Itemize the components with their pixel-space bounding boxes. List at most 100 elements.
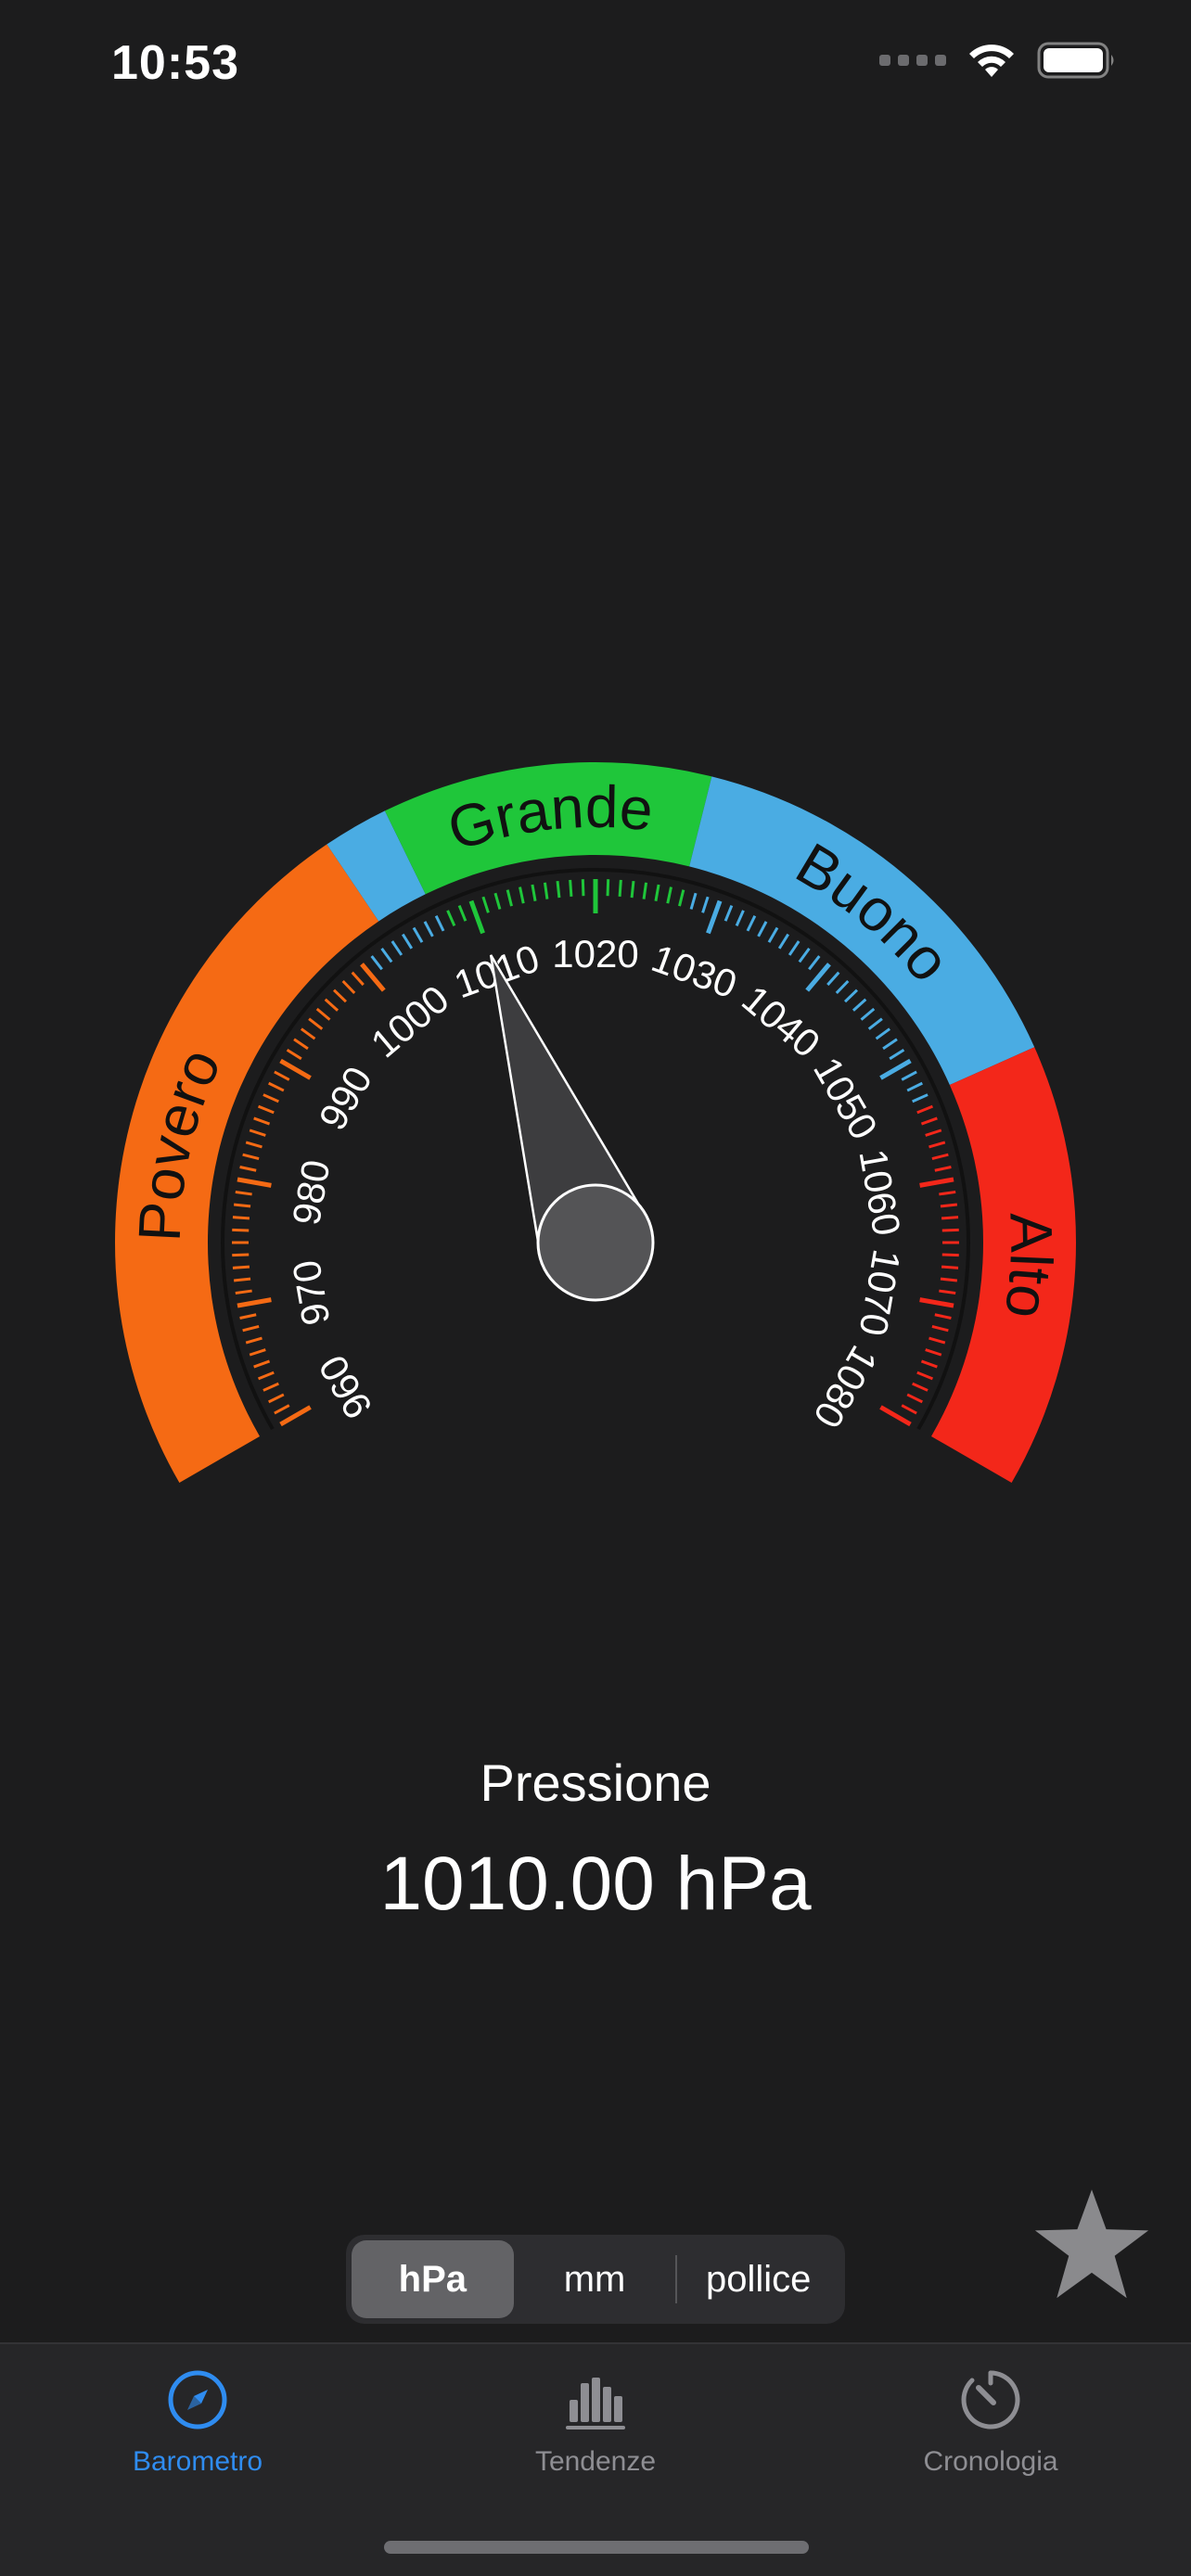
gauge-minor-tick <box>724 904 734 922</box>
gauge-minor-tick <box>332 988 348 1003</box>
gauge-minor-tick <box>735 910 745 926</box>
gauge-needle-hub <box>536 1183 655 1302</box>
gauge-minor-tick <box>875 1027 891 1040</box>
gauge-tick-label: 980 <box>284 1156 338 1228</box>
gauge-minor-tick <box>239 1313 257 1320</box>
gauge-minor-tick <box>826 971 840 987</box>
unit-option-mm[interactable]: mm <box>514 2240 676 2318</box>
gauge-minor-tick <box>934 1313 952 1320</box>
gauge-minor-tick <box>920 1359 938 1369</box>
gauge-minor-tick <box>925 1129 942 1137</box>
gauge-minor-tick <box>689 892 698 910</box>
gauge-minor-tick <box>798 947 811 963</box>
bar-chart-icon <box>566 2378 625 2429</box>
gauge-minor-tick <box>939 1289 956 1295</box>
gauge-minor-tick <box>777 933 790 950</box>
gauge-minor-tick <box>423 921 434 937</box>
unit-option-hpa[interactable]: hPa <box>352 2240 514 2318</box>
gauge-minor-tick <box>380 947 393 963</box>
gauge-minor-tick <box>931 1325 949 1333</box>
gauge-minor-tick <box>940 1277 958 1282</box>
gauge-minor-tick <box>906 1393 923 1404</box>
gauge-minor-tick <box>642 882 648 899</box>
gauge-dial: PoveroGrandeBuonoAlto 960970980990100010… <box>114 762 1076 1483</box>
gauge-minor-tick <box>274 1404 290 1415</box>
status-bar: 10:53 <box>0 0 1191 130</box>
gauge-major-tick <box>879 1405 912 1427</box>
gauge-minor-tick <box>767 926 779 943</box>
gauge-minor-tick <box>434 915 445 932</box>
gauge-minor-tick <box>630 880 635 899</box>
tab-tendenze[interactable]: Tendenze <box>456 2363 735 2502</box>
gauge-minor-tick <box>293 1038 309 1051</box>
gauge-needle <box>489 954 655 1302</box>
tab-barometro[interactable]: Barometro <box>58 2363 337 2502</box>
timer-icon <box>961 2370 1020 2429</box>
barometer-screen: 10:53 Povero Grande Buono Alto 960 970 980 990… <box>0 0 1191 2576</box>
star-icon[interactable] <box>1031 2185 1152 2305</box>
gauge-minor-tick <box>412 926 424 943</box>
gauge-tick-label: 970 <box>284 1256 338 1328</box>
gauge-major-tick <box>237 1297 272 1308</box>
gauge-minor-tick <box>912 1093 928 1103</box>
gauge-minor-tick <box>315 1007 331 1021</box>
reading-label: Pressione <box>480 1753 711 1812</box>
cellular-signal-icon <box>879 55 946 66</box>
gauge-minor-tick <box>757 921 768 937</box>
unit-option-pollice[interactable]: pollice <box>677 2240 839 2318</box>
reading-value: 1010.00 hPa <box>379 1842 812 1926</box>
gauge-minor-tick <box>934 1166 952 1172</box>
gauge-minor-tick <box>506 889 513 907</box>
gauge-minor-tick <box>940 1203 958 1208</box>
gauge-minor-tick <box>928 1141 946 1149</box>
wifi-icon <box>969 45 1014 77</box>
status-icons <box>879 41 1117 80</box>
gauge-minor-tick <box>543 882 549 899</box>
gauge-minor-tick <box>556 880 561 899</box>
gauge-tick-label: 1060 <box>851 1146 909 1239</box>
gauge-minor-tick <box>351 971 365 987</box>
gauge-minor-tick <box>531 884 537 901</box>
gauge-minor-tick <box>928 1336 946 1345</box>
gauge-minor-tick <box>235 1289 252 1295</box>
gauge-minor-tick <box>268 1081 285 1092</box>
gauge-minor-tick <box>746 915 757 932</box>
gauge-minor-tick <box>245 1141 263 1149</box>
tab-cronologia[interactable]: Cronologia <box>852 2363 1130 2502</box>
gauge-minor-tick <box>912 1382 928 1392</box>
gauge-tick-label: 960 <box>310 1348 380 1426</box>
gauge-minor-tick <box>263 1093 279 1103</box>
gauge-minor-tick <box>941 1228 959 1232</box>
gauge-tick-label: 1040 <box>734 976 828 1065</box>
status-time: 10:53 <box>111 36 239 90</box>
gauge-minor-tick <box>232 1228 250 1232</box>
gauge-minor-tick <box>941 1253 959 1257</box>
gauge-minor-tick <box>939 1190 956 1196</box>
gauge-minor-tick <box>889 1048 905 1061</box>
gauge-minor-tick <box>308 1017 324 1030</box>
gauge-minor-tick <box>457 904 467 922</box>
gauge-minor-tick <box>678 889 685 907</box>
gauge-minor-tick <box>916 1104 934 1115</box>
gauge-tick-label: 1000 <box>363 976 457 1065</box>
gauge-major-tick <box>468 899 485 935</box>
tab-label-barometro: Barometro <box>132 2446 263 2477</box>
gauge-minor-tick <box>906 1081 923 1092</box>
gauge-minor-tick <box>925 1348 942 1357</box>
gauge-tick-label: 1030 <box>647 936 743 1006</box>
gauge-tick-label: 1050 <box>805 1050 886 1146</box>
gauge-minor-tick <box>233 1203 251 1208</box>
gauge-minor-tick <box>232 1253 250 1257</box>
unit-selector: hPa mm pollice <box>346 2235 845 2324</box>
gauge-tick-label: 1080 <box>805 1338 886 1435</box>
gauge-minor-tick <box>654 884 660 901</box>
gauge-minor-tick <box>481 896 490 913</box>
gauge-major-tick <box>279 1405 312 1427</box>
gauge-minor-tick <box>239 1166 257 1172</box>
gauge-minor-tick <box>253 1359 271 1369</box>
gauge-major-tick <box>237 1177 272 1188</box>
gauge-minor-tick <box>253 1116 271 1126</box>
gauge-minor-tick <box>300 1027 316 1040</box>
gauge-minor-tick <box>843 988 859 1003</box>
gauge-major-tick <box>706 899 723 935</box>
